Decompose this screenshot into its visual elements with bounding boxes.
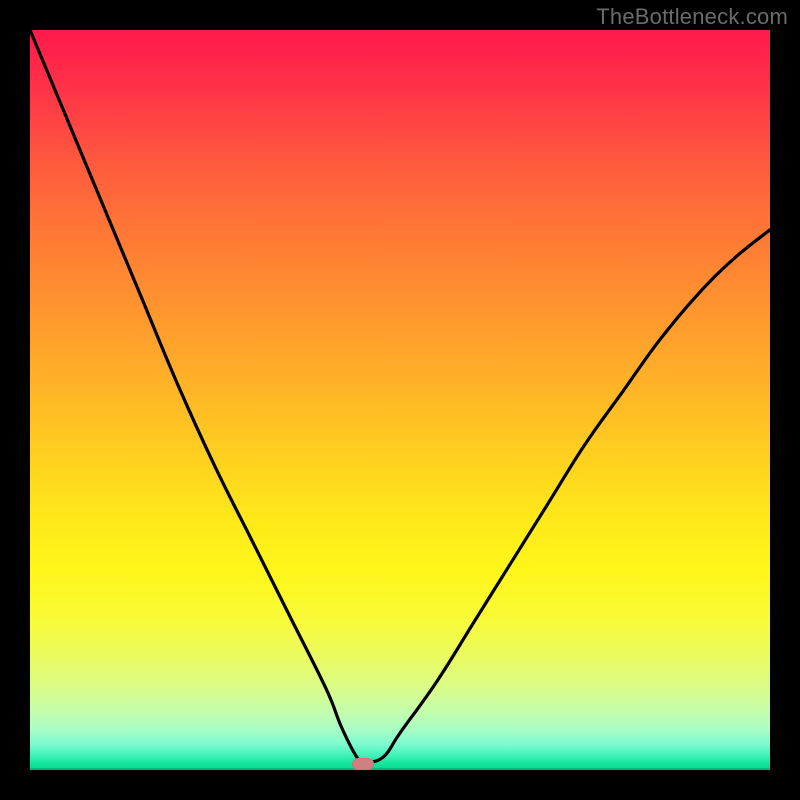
watermark-text: TheBottleneck.com — [596, 4, 788, 30]
x-axis-baseline — [30, 768, 770, 770]
optimum-marker — [352, 758, 374, 770]
plot-area — [30, 30, 770, 770]
chart-frame: TheBottleneck.com — [0, 0, 800, 800]
bottleneck-curve — [30, 30, 770, 770]
